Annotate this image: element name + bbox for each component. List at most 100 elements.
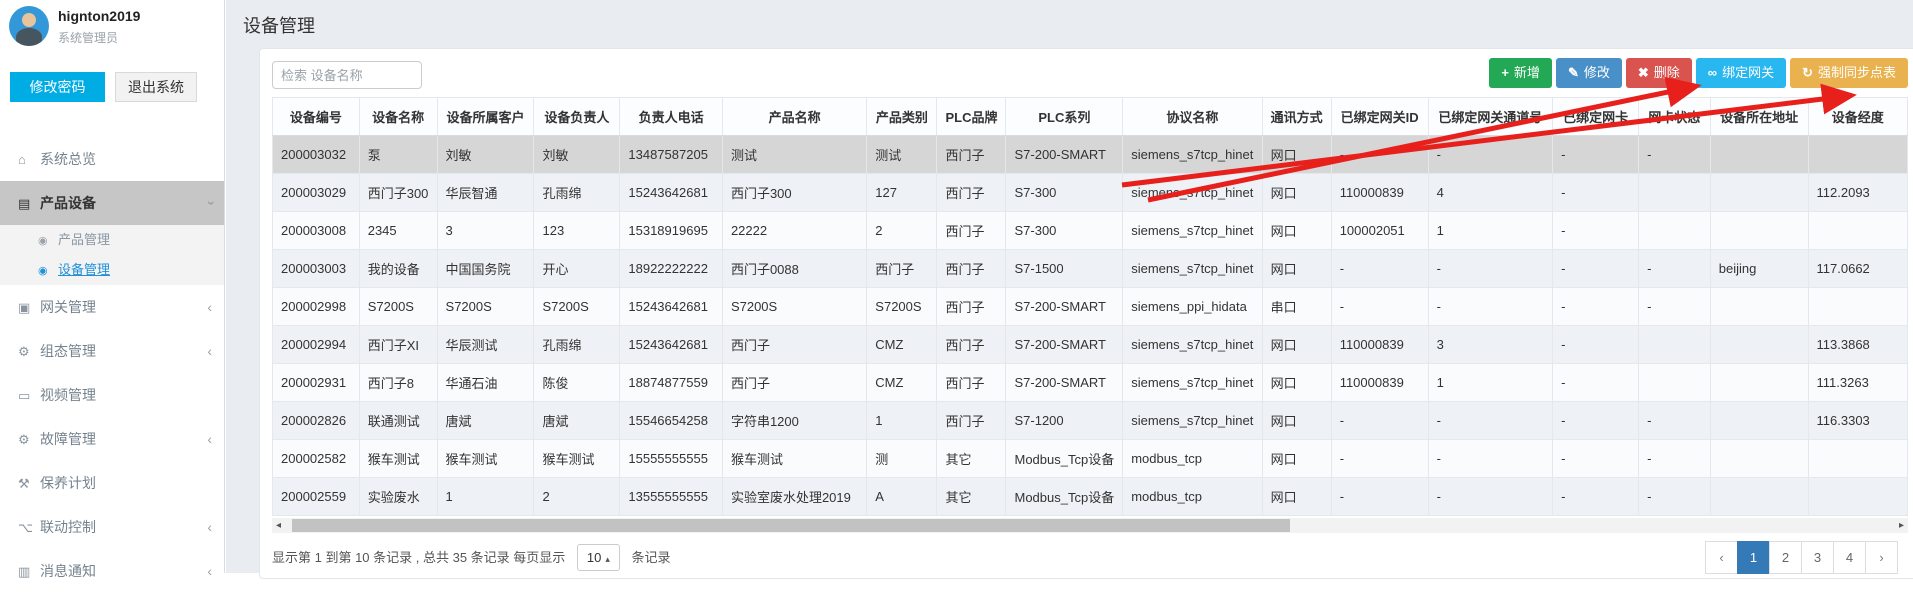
table-cell: 西门子 [722, 326, 866, 364]
table-cell: 西门子 [937, 174, 1006, 212]
table-cell: siemens_s7tcp_hinet [1123, 364, 1262, 402]
gears-icon: ⚙ [18, 330, 40, 374]
绑定网关-button[interactable]: ∞绑定网关 [1696, 58, 1786, 88]
sidebar-item-消息通知[interactable]: ▥消息通知‹ [0, 549, 224, 593]
sidebar-item-故障管理[interactable]: ⚙故障管理‹ [0, 417, 224, 461]
button-label: 修改 [1584, 65, 1610, 80]
table-cell: S7-200-SMART [1006, 136, 1123, 174]
table-row[interactable]: 200002931西门子8华通石油陈俊18874877559西门子CMZ西门子S… [273, 364, 1908, 402]
table-cell: 113.3868 [1808, 326, 1907, 364]
table-cell: 200003003 [273, 250, 360, 288]
column-header-负责人电话[interactable]: 负责人电话 [620, 98, 723, 136]
table-cell: 网口 [1262, 440, 1331, 478]
home-icon: ⌂ [18, 138, 40, 182]
page-nav-button[interactable]: › [1865, 541, 1898, 574]
user-role: 系统管理员 [58, 29, 118, 46]
table-cell: - [1331, 402, 1428, 440]
page-button-4[interactable]: 4 [1833, 541, 1866, 574]
change-password-button[interactable]: 修改密码 [10, 72, 105, 102]
table-cell: 联通测试 [359, 402, 437, 440]
table-row[interactable]: 2000030082345312315318919695222222西门子S7-… [273, 212, 1908, 250]
scroll-right-icon[interactable]: ▸ [1899, 518, 1904, 533]
sidebar-item-网关管理[interactable]: ▣网关管理‹ [0, 285, 224, 329]
强制同步点表-button[interactable]: ↻强制同步点表 [1790, 58, 1908, 88]
monitor-icon: ▭ [18, 374, 40, 418]
sidebar-item-label: 故障管理 [40, 431, 96, 447]
column-header-通讯方式[interactable]: 通讯方式 [1262, 98, 1331, 136]
column-header-产品名称[interactable]: 产品名称 [722, 98, 866, 136]
column-header-产品类别[interactable]: 产品类别 [867, 98, 937, 136]
sidebar-subitem-产品管理[interactable]: ◉产品管理 [0, 225, 224, 255]
table-row[interactable]: 200003032泵刘敏刘敏13487587205测试测试西门子S7-200-S… [273, 136, 1908, 174]
table-cell: 西门子300 [359, 174, 437, 212]
table-cell: modbus_tcp [1123, 478, 1262, 516]
column-header-设备所属客户[interactable]: 设备所属客户 [437, 98, 534, 136]
table-cell: 200003008 [273, 212, 360, 250]
sidebar-item-保养计划[interactable]: ⚒保养计划 [0, 461, 224, 505]
修改-button[interactable]: ✎修改 [1556, 58, 1622, 88]
page-nav-button[interactable]: ‹ [1705, 541, 1738, 574]
column-header-PLC系列[interactable]: PLC系列 [1006, 98, 1123, 136]
page-button-1[interactable]: 1 [1737, 541, 1770, 574]
sidebar-item-系统总览[interactable]: ⌂系统总览 [0, 137, 224, 181]
search-input[interactable] [272, 61, 422, 89]
refresh-icon: ↻ [1802, 65, 1813, 80]
table-cell: - [1553, 136, 1639, 174]
sidebar-item-label: 组态管理 [40, 343, 96, 359]
page-size-select[interactable]: 10▴ [577, 544, 620, 571]
logout-button[interactable]: 退出系统 [115, 72, 197, 102]
table-row[interactable]: 200002559实验废水1213555555555实验室废水处理2019A其它… [273, 478, 1908, 516]
column-header-设备负责人[interactable]: 设备负责人 [534, 98, 620, 136]
sidebar-subitem-设备管理[interactable]: ◉设备管理 [0, 255, 224, 285]
sidebar-item-产品设备[interactable]: ▤产品设备‹ [0, 181, 224, 225]
新增-button[interactable]: +新增 [1489, 58, 1552, 88]
column-header-已绑定网卡[interactable]: 已绑定网卡 [1553, 98, 1639, 136]
horizontal-scrollbar[interactable]: ◂ ▸ [272, 518, 1908, 533]
table-cell: 1 [1428, 212, 1553, 250]
table-cell [1710, 326, 1808, 364]
删除-button[interactable]: ✖删除 [1626, 58, 1692, 88]
table-row[interactable]: 200003029西门子300华辰智通孔雨绵15243642681西门子3001… [273, 174, 1908, 212]
scroll-left-icon[interactable]: ◂ [276, 518, 281, 533]
table-cell: - [1428, 478, 1553, 516]
column-header-设备经度[interactable]: 设备经度 [1808, 98, 1907, 136]
table-cell: 18874877559 [620, 364, 723, 402]
table-cell: S7-300 [1006, 174, 1123, 212]
sidebar-submenu: ◉产品管理◉设备管理 [0, 225, 224, 285]
column-header-设备所在地址[interactable]: 设备所在地址 [1710, 98, 1808, 136]
table-cell [1808, 478, 1907, 516]
scrollbar-thumb[interactable] [292, 519, 1290, 532]
sitemap-icon: ⌥ [18, 506, 40, 550]
sidebar-item-组态管理[interactable]: ⚙组态管理‹ [0, 329, 224, 373]
sidebar-item-联动控制[interactable]: ⌥联动控制‹ [0, 505, 224, 549]
column-header-已绑定网关通道号[interactable]: 已绑定网关通道号 [1428, 98, 1553, 136]
column-header-网卡状态[interactable]: 网卡状态 [1639, 98, 1711, 136]
table-cell: 18922222222 [620, 250, 723, 288]
device-table: 设备编号设备名称设备所属客户设备负责人负责人电话产品名称产品类别PLC品牌PLC… [272, 97, 1908, 516]
page-button-3[interactable]: 3 [1801, 541, 1834, 574]
table-row[interactable]: 200002998S7200SS7200SS7200S15243642681S7… [273, 288, 1908, 326]
table-cell: 猴车测试 [359, 440, 437, 478]
table-cell: 200002559 [273, 478, 360, 516]
sidebar-item-视频管理[interactable]: ▭视频管理 [0, 373, 224, 417]
table-cell: 116.3303 [1808, 402, 1907, 440]
column-header-PLC品牌[interactable]: PLC品牌 [937, 98, 1006, 136]
table-cell: 西门子 [937, 212, 1006, 250]
table-row[interactable]: 200002994西门子XI华辰测试孔雨绵15243642681西门子CMZ西门… [273, 326, 1908, 364]
chevron-down-icon: ‹ [188, 201, 232, 206]
table-row[interactable]: 200003003我的设备中国国务院开心18922222222西门子0088西门… [273, 250, 1908, 288]
column-header-设备编号[interactable]: 设备编号 [273, 98, 360, 136]
table-cell: siemens_s7tcp_hinet [1123, 212, 1262, 250]
table-cell: Modbus_Tcp设备 [1006, 440, 1123, 478]
table-cell: S7-200-SMART [1006, 326, 1123, 364]
column-header-设备名称[interactable]: 设备名称 [359, 98, 437, 136]
column-header-协议名称[interactable]: 协议名称 [1123, 98, 1262, 136]
button-label: 删除 [1654, 65, 1680, 80]
table-row[interactable]: 200002582猴车测试猴车测试猴车测试15555555555猴车测试测其它M… [273, 440, 1908, 478]
table-cell: 字符串1200 [722, 402, 866, 440]
column-header-已绑定网关ID[interactable]: 已绑定网关ID [1331, 98, 1428, 136]
page-button-2[interactable]: 2 [1769, 541, 1802, 574]
table-cell [1639, 174, 1711, 212]
table-cell [1639, 212, 1711, 250]
table-row[interactable]: 200002826联通测试唐斌唐斌15546654258字符串12001西门子S… [273, 402, 1908, 440]
